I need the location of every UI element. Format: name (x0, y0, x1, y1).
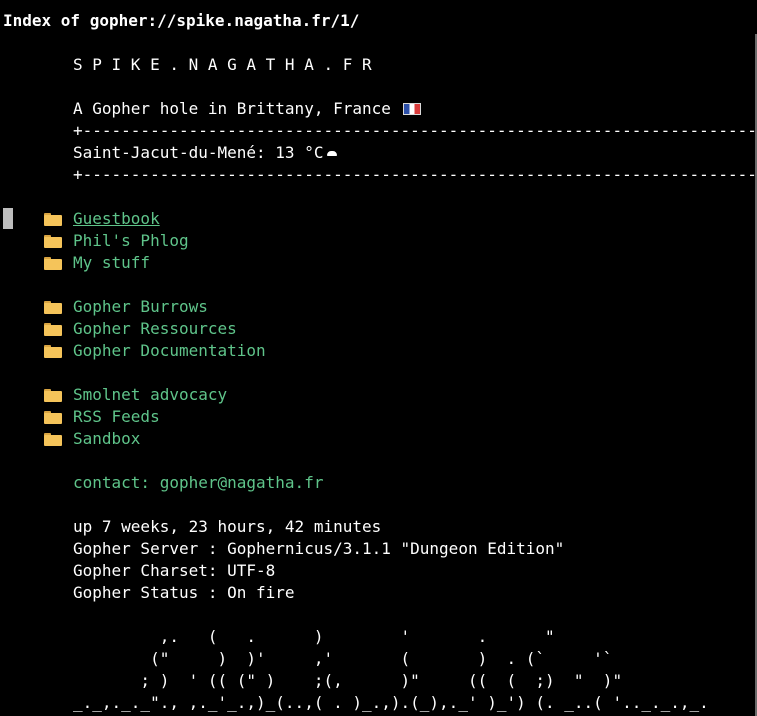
ascii-art-line: ; ) ' (( (" ) ;(, )" (( ( ;) " )" (73, 671, 623, 690)
ascii-art-line: (" ) )' ,' ( ) . (` '` (73, 649, 613, 668)
ascii-art-line: ,. ( . ) ' . " (73, 627, 555, 646)
menu-item-sandbox[interactable]: Sandbox (73, 428, 140, 450)
divider-top: +---------------------------------------… (73, 121, 757, 140)
charset-text: Gopher Charset: UTF-8 (73, 561, 276, 580)
folder-icon (44, 257, 62, 270)
text-cursor (3, 208, 13, 229)
weather-line: Saint-Jacut-du-Mené: 13 °C (73, 142, 338, 164)
menu-item-gopher-ressources[interactable]: Gopher Ressources (73, 318, 237, 340)
menu-item-gopher-documentation[interactable]: Gopher Documentation (73, 340, 266, 362)
cloud-icon (327, 151, 338, 156)
folder-icon (44, 301, 62, 314)
server-text: Gopher Server : Gophernicus/3.1.1 "Dunge… (73, 539, 565, 558)
france-flag-icon (402, 103, 421, 115)
folder-icon (44, 433, 62, 446)
folder-icon (44, 323, 62, 336)
menu-item-guestbook[interactable]: Guestbook (73, 208, 160, 230)
weather-text: Saint-Jacut-du-Mené: 13 °C (73, 143, 324, 162)
folder-icon (44, 213, 62, 226)
menu-item-gopher-burrows[interactable]: Gopher Burrows (73, 296, 208, 318)
status-text: Gopher Status : On fire (73, 583, 295, 602)
menu-item-rss-feeds[interactable]: RSS Feeds (73, 406, 160, 428)
folder-icon (44, 389, 62, 402)
tagline: A Gopher hole in Brittany, France (73, 99, 391, 118)
site-name: S P I K E . N A G A T H A . F R (73, 55, 372, 74)
divider-bottom: +---------------------------------------… (73, 165, 757, 184)
menu-item-my-stuff[interactable]: My stuff (73, 252, 150, 274)
folder-icon (44, 235, 62, 248)
folder-icon (44, 411, 62, 424)
ascii-art-line: _._,._._"., ,._'_.,)_(..,( . )_.,).(_),.… (73, 693, 709, 712)
tagline-line: A Gopher hole in Brittany, France (73, 98, 421, 120)
uptime-text: up 7 weeks, 23 hours, 42 minutes (73, 517, 382, 536)
contact-link[interactable]: contact: gopher@nagatha.fr (73, 472, 323, 494)
menu-item-phils-phlog[interactable]: Phil's Phlog (73, 230, 189, 252)
folder-icon (44, 345, 62, 358)
page-title: Index of gopher://spike.nagatha.fr/1/ (3, 11, 360, 30)
menu-item-smolnet-advocacy[interactable]: Smolnet advocacy (73, 384, 227, 406)
